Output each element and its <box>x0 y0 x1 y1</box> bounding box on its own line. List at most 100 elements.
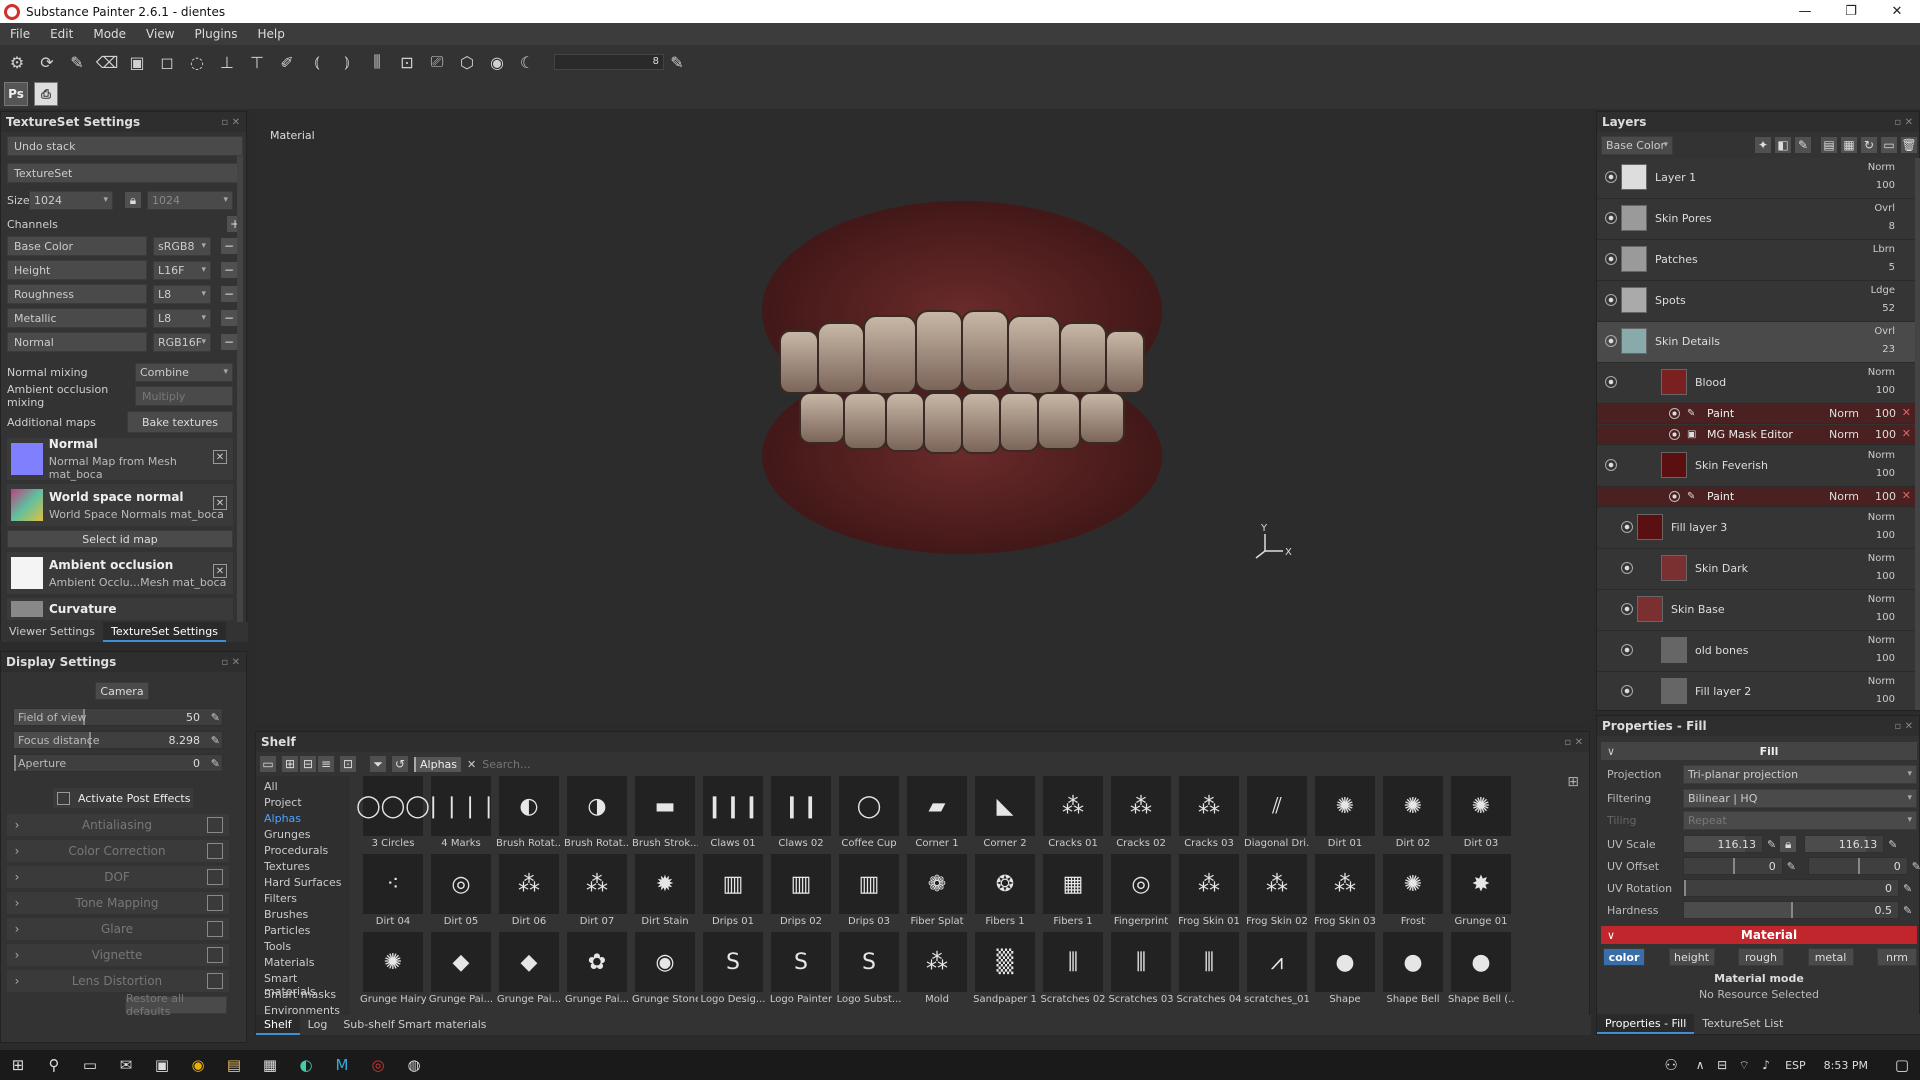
shelf-asset[interactable]: ⁂ Dirt 07 <box>564 854 630 930</box>
collapse-icon[interactable]: ⊡ <box>340 756 356 772</box>
effect-row[interactable]: ▣ MG Mask Editor Norm 100 ✕ <box>1597 425 1915 445</box>
map-item-ao[interactable]: Ambient occlusion Ambient Occlu...Mesh ma… <box>7 552 233 594</box>
effect-color-correction[interactable]: › Color Correction <box>7 840 229 862</box>
shelf-cat-hard-surfaces[interactable]: Hard Surfaces <box>264 876 341 889</box>
new-folder-icon[interactable]: ⊟ <box>300 756 316 772</box>
map-item-normal[interactable]: Normal Normal Map from Mesh mat_boca ✕ <box>7 437 233 481</box>
visibility-eye-icon[interactable] <box>1621 603 1633 615</box>
grid-view-icon[interactable]: ⊞ <box>1567 774 1579 790</box>
layer-blend-mode[interactable]: Norm <box>1868 450 1895 461</box>
3d-viewport[interactable]: Material Y X <box>255 111 1590 723</box>
paint-brush-icon[interactable]: ✎ <box>64 49 90 75</box>
shelf-asset[interactable]: ⁂ Cracks 01 <box>1040 776 1106 852</box>
tab-log[interactable]: Log <box>300 1015 336 1035</box>
channel-format-dropdown[interactable]: RGB16F <box>153 332 211 352</box>
shelf-asset[interactable]: ✺ Dirt 02 <box>1380 776 1446 852</box>
add-fill-layer-icon[interactable]: ▤ <box>1821 137 1837 153</box>
visibility-eye-icon[interactable] <box>1605 376 1617 388</box>
shelf-cat-grunges[interactable]: Grunges <box>264 828 310 841</box>
channel-dropdown[interactable]: Base Color <box>1601 135 1673 155</box>
shelf-asset[interactable]: ● Shape Bell (... <box>1448 932 1514 1008</box>
layer-blend-mode[interactable]: Norm <box>1868 367 1895 378</box>
app-icon[interactable]: ◐ <box>288 1050 324 1080</box>
edit-pencil-icon[interactable]: ✎ <box>211 757 220 770</box>
layer-blend-mode[interactable]: Lbrn <box>1873 244 1895 255</box>
remove-effect-icon[interactable]: ✕ <box>1902 489 1911 502</box>
shelf-cat-materials[interactable]: Materials <box>264 956 314 969</box>
shelf-asset[interactable]: ⫼ Scratches 02 <box>1040 932 1106 1008</box>
substance-designer-taskbar-icon[interactable]: ◍ <box>396 1050 432 1080</box>
shelf-asset[interactable]: ▥ Drips 02 <box>768 854 834 930</box>
list-view-icon[interactable]: ≡ <box>318 756 334 772</box>
effect-opacity[interactable]: 100 <box>1875 407 1896 420</box>
close-button[interactable]: ✕ <box>1874 0 1920 23</box>
shelf-asset[interactable]: ◣ Corner 2 <box>972 776 1038 852</box>
shelf-asset[interactable]: ❁ Fiber Splat <box>904 854 970 930</box>
remove-map-icon[interactable]: ✕ <box>213 564 227 578</box>
channel-format-dropdown[interactable]: L16F <box>153 260 211 280</box>
remove-map-icon[interactable]: ✕ <box>213 450 227 464</box>
photoshop-export-button[interactable]: Ps <box>4 82 28 106</box>
video-camera-icon[interactable]: ⎚ <box>424 49 450 75</box>
menu-view[interactable]: View <box>136 27 184 41</box>
camera-button[interactable]: Camera <box>95 682 149 700</box>
visibility-eye-icon[interactable] <box>1621 562 1633 574</box>
shelf-asset[interactable]: ⁂ Frog Skin 03 <box>1312 854 1378 930</box>
shelf-asset[interactable]: ✿ Grunge Pai... <box>564 932 630 1008</box>
color-picker-icon[interactable]: ✐ <box>274 49 300 75</box>
windows-start-icon[interactable]: ⊞ <box>0 1050 36 1080</box>
cube-view-icon[interactable]: ⬡ <box>454 49 480 75</box>
panel-close-icon[interactable]: ▫ ✕ <box>1564 737 1583 748</box>
layer-opacity[interactable]: 100 <box>1876 385 1895 396</box>
shelf-cat-smart-masks[interactable]: Smart masks <box>264 988 336 1001</box>
post-effects-checkbox[interactable] <box>57 791 70 805</box>
shelf-asset[interactable]: ⁂ Cracks 03 <box>1176 776 1242 852</box>
menu-edit[interactable]: Edit <box>40 27 83 41</box>
remove-channel-button[interactable]: − <box>221 310 237 326</box>
shelf-asset[interactable]: S Logo Subst... <box>836 932 902 1008</box>
calendar-icon[interactable]: ▦ <box>252 1050 288 1080</box>
effect-glare[interactable]: › Glare <box>7 918 229 940</box>
visibility-eye-icon[interactable] <box>1605 212 1617 224</box>
remove-channel-button[interactable]: − <box>221 262 237 278</box>
undo-stack-field[interactable]: Undo stack <box>7 136 243 156</box>
layer-opacity[interactable]: 100 <box>1876 530 1895 541</box>
projection-icon[interactable]: ▣ <box>124 49 150 75</box>
shelf-asset[interactable]: ❙❙ Claws 02 <box>768 776 834 852</box>
remove-channel-button[interactable]: − <box>221 286 237 302</box>
edit-pencil-icon[interactable]: ✎ <box>1767 838 1776 851</box>
menu-file[interactable]: File <box>0 27 40 41</box>
screenshot-icon[interactable]: ⎙ <box>34 82 58 106</box>
filter-tag-alphas[interactable]: Alphas <box>414 756 462 772</box>
panel-close-icon[interactable]: ▫ ✕ <box>1894 117 1913 128</box>
shelf-asset[interactable]: ◑ Brush Rotat... <box>564 776 630 852</box>
shelf-asset[interactable]: ❂ Fibers 1 <box>972 854 1038 930</box>
layer-opacity[interactable]: 8 <box>1889 221 1895 232</box>
layers-scrollbar[interactable] <box>1915 158 1920 710</box>
fill-section-header[interactable]: ∨ Fill <box>1601 742 1917 760</box>
filtering-dropdown[interactable]: Bilinear | HQ <box>1683 788 1917 808</box>
shelf-asset[interactable]: ✺ Dirt 01 <box>1312 776 1378 852</box>
store-icon[interactable]: ▣ <box>144 1050 180 1080</box>
effect-checkbox[interactable] <box>207 869 223 885</box>
render-icon[interactable]: ◉ <box>484 49 510 75</box>
tray-network-icon[interactable]: ⊟ <box>1711 1050 1733 1080</box>
channel-nrm-button[interactable]: nrm <box>1877 948 1917 966</box>
visibility-eye-icon[interactable] <box>1669 408 1680 419</box>
notification-icon[interactable]: ▢ <box>1884 1050 1920 1080</box>
menu-mode[interactable]: Mode <box>83 27 136 41</box>
shelf-asset[interactable]: ● Shape Bell <box>1380 932 1446 1008</box>
textureset-field[interactable]: TextureSet <box>7 163 243 183</box>
delete-layer-icon[interactable]: 🗑︎ <box>1901 137 1917 153</box>
edit-pencil-icon[interactable]: ✎ <box>211 734 220 747</box>
uv-offset-slider[interactable]: 0 <box>1682 857 1783 875</box>
shelf-asset[interactable]: ⫼ Scratches 04 <box>1176 932 1242 1008</box>
shelf-asset[interactable]: ⁂ Frog Skin 02 <box>1244 854 1310 930</box>
edit-pencil-icon[interactable]: ✎ <box>1903 882 1912 895</box>
visibility-eye-icon[interactable] <box>1669 491 1680 502</box>
layer-opacity[interactable]: 100 <box>1876 612 1895 623</box>
remove-channel-button[interactable]: − <box>221 238 237 254</box>
shelf-cat-project[interactable]: Project <box>264 796 302 809</box>
shelf-asset[interactable]: ❙❙❙ Claws 01 <box>700 776 766 852</box>
shelf-cat-alphas[interactable]: Alphas <box>264 812 301 825</box>
